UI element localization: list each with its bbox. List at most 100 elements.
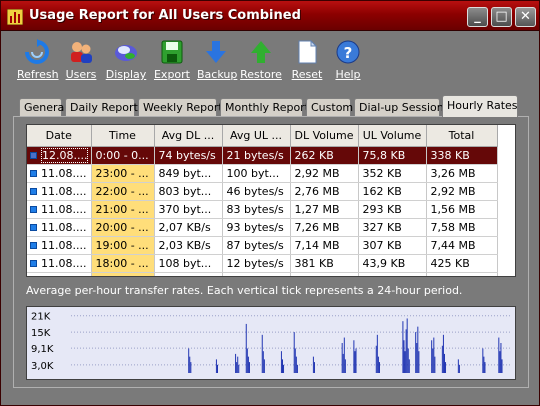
column-header-avg-dl[interactable]: Avg DL ... [154, 125, 223, 147]
column-header-avg-ul[interactable]: Avg UL ... [222, 125, 291, 147]
cell-total: 7,44 MB [426, 236, 498, 255]
chart-bar [343, 337, 345, 373]
table-row[interactable]: 11.08.... 21:00 - ... 370 byt... 83 bytes/s… [27, 200, 498, 219]
tab-daily-report[interactable]: Daily Report [65, 98, 138, 116]
chart-bar [238, 364, 240, 373]
chart-bar [457, 359, 459, 373]
cell-avg-ul: 83 bytes/s [222, 200, 291, 219]
column-header-total[interactable]: Total [426, 125, 498, 147]
y-tick-label: 9,1K [31, 344, 54, 355]
chart-bar [416, 343, 418, 373]
chart-bar [313, 362, 315, 373]
chart-bar [483, 356, 485, 373]
refresh-button[interactable]: Refresh [17, 39, 59, 87]
cell-total: 3,26 MB [426, 164, 498, 183]
table-row[interactable]: 11.08.... 22:00 - ... 803 byt... 46 bytes/s… [27, 182, 498, 201]
table-row[interactable]: 11.08.... 17:00 - ...744 byt...77 bytes/s… [27, 272, 498, 277]
users-button[interactable]: Users [63, 39, 99, 87]
chart-bar [237, 356, 239, 373]
chart-bar [418, 351, 420, 373]
chart-bar [375, 345, 377, 373]
chart-bar [415, 332, 417, 373]
row-marker-icon [30, 205, 37, 213]
tab-general[interactable]: General [19, 98, 67, 116]
cell-date: 11.08.... [27, 200, 92, 219]
cell-dl-volume: 262 KB [290, 146, 359, 165]
column-header-dl-volume[interactable]: DL Volume [290, 125, 359, 147]
chart-bar [498, 337, 500, 373]
date-text: 11.08.... [41, 275, 86, 277]
cell-avg-dl: 2,03 KB/s [154, 236, 223, 255]
export-button[interactable]: Export [153, 39, 191, 87]
title-bar[interactable]: Usage Report for All Users Combined _ □ … [1, 1, 539, 31]
cell-ul-volume: 293 KB [358, 200, 427, 219]
cell-dl-volume: 2,76 MB [290, 182, 359, 201]
blank-document-icon [298, 39, 318, 64]
column-header-ul-volume[interactable]: UL Volume [358, 125, 427, 147]
column-header-date[interactable]: Date [27, 125, 92, 147]
column-header-time[interactable]: Time [91, 125, 155, 147]
hourly-rates-table[interactable]: Date Time Avg DL ... Avg UL ... DL Volum… [26, 124, 516, 277]
cell-dl-volume: 7,26 MB [290, 218, 359, 237]
cell-avg-ul: 12 bytes/s [222, 254, 291, 273]
help-button[interactable]: ? Help [333, 39, 363, 87]
tab-custom[interactable]: Custom [306, 98, 353, 116]
y-tick-label: 3,0K [31, 361, 54, 372]
table-row[interactable]: 11.08.... 19:00 - ... 2,03 KB/s 87 bytes/s 7… [27, 236, 498, 255]
row-marker-icon [30, 169, 37, 177]
chart-bar [354, 351, 356, 373]
reset-button[interactable]: Reset [289, 39, 325, 87]
display-button[interactable]: Display [105, 39, 147, 87]
cell-avg-ul: 21 bytes/s [222, 146, 291, 165]
cell-total: 7,58 MB [426, 218, 498, 237]
tab-weekly-report[interactable]: Weekly Report [138, 98, 223, 116]
chart-bar [293, 332, 295, 373]
chart-bar [312, 356, 314, 373]
window-title: Usage Report for All Users Combined [29, 8, 301, 23]
chart-bar [499, 351, 501, 373]
chart-bar [248, 362, 250, 373]
backup-button[interactable]: Backup [197, 39, 237, 87]
chart-caption: Average per-hour transfer rates. Each ve… [26, 284, 463, 297]
table-row[interactable]: 11.08.... 23:00 - ... 849 byt... 100 byt...… [27, 164, 498, 183]
chart-bar [296, 364, 298, 373]
cell-ul-volume: 307 KB [358, 236, 427, 255]
cell-dl-volume: 7,14 MB [290, 236, 359, 255]
chart-bar [344, 359, 346, 373]
main-window: Usage Report for All Users Combined _ □ … [0, 0, 540, 406]
maximize-button[interactable]: □ [491, 7, 512, 27]
restore-button[interactable]: Restore [239, 39, 283, 87]
cell-dl-volume: 2,92 MB [290, 164, 359, 183]
date-text: 11.08.... [41, 220, 87, 234]
cell-time: 18:00 - ... [91, 254, 155, 273]
chart-bar [442, 334, 444, 373]
table-row[interactable]: 11.08.... 18:00 - ... 108 byt... 12 bytes/s… [27, 254, 498, 273]
cell-avg-dl: 2,07 KB/s [154, 218, 223, 237]
chart-bar [408, 359, 410, 373]
cell-dl-volume: 2,56 MB [290, 272, 359, 276]
row-marker-icon [30, 187, 37, 195]
cell-avg-dl: 744 byt... [154, 272, 223, 276]
table-row[interactable]: 12.08.... 0:00 - 0... 74 bytes/s 21 bytes/s… [27, 146, 498, 165]
cell-avg-ul: 100 byt... [222, 164, 291, 183]
chart-bar [341, 343, 343, 373]
tab-monthly-report[interactable]: Monthly Report [220, 98, 309, 116]
cell-dl-volume: 1,27 MB [290, 200, 359, 219]
minimize-button[interactable]: _ [467, 7, 488, 27]
tab-dial-up-sessions[interactable]: Dial-up Sessions [354, 98, 449, 116]
cell-avg-ul: 93 bytes/s [222, 218, 291, 237]
cell-dl-volume: 381 KB [290, 254, 359, 273]
date-text: 11.08.... [41, 166, 87, 180]
hourly-rates-chart: 21K 15K 9,1K 3,0K [26, 306, 516, 380]
toolbar: Refresh Users Display Export Backup Rest… [11, 39, 531, 89]
row-marker-icon [30, 223, 37, 231]
chart-bar [294, 348, 296, 373]
table-row[interactable]: 11.08.... 20:00 - ... 2,07 KB/s 93 bytes/s 7… [27, 218, 498, 237]
close-button[interactable]: ✕ [515, 7, 536, 27]
tab-hourly-rates[interactable]: Hourly Rates [442, 95, 518, 117]
arrow-down-icon [206, 41, 226, 63]
chart-bar [261, 334, 263, 373]
chart-bar [376, 334, 378, 373]
chart-bar [445, 362, 447, 373]
cell-total: 2,82 MB [426, 272, 498, 276]
